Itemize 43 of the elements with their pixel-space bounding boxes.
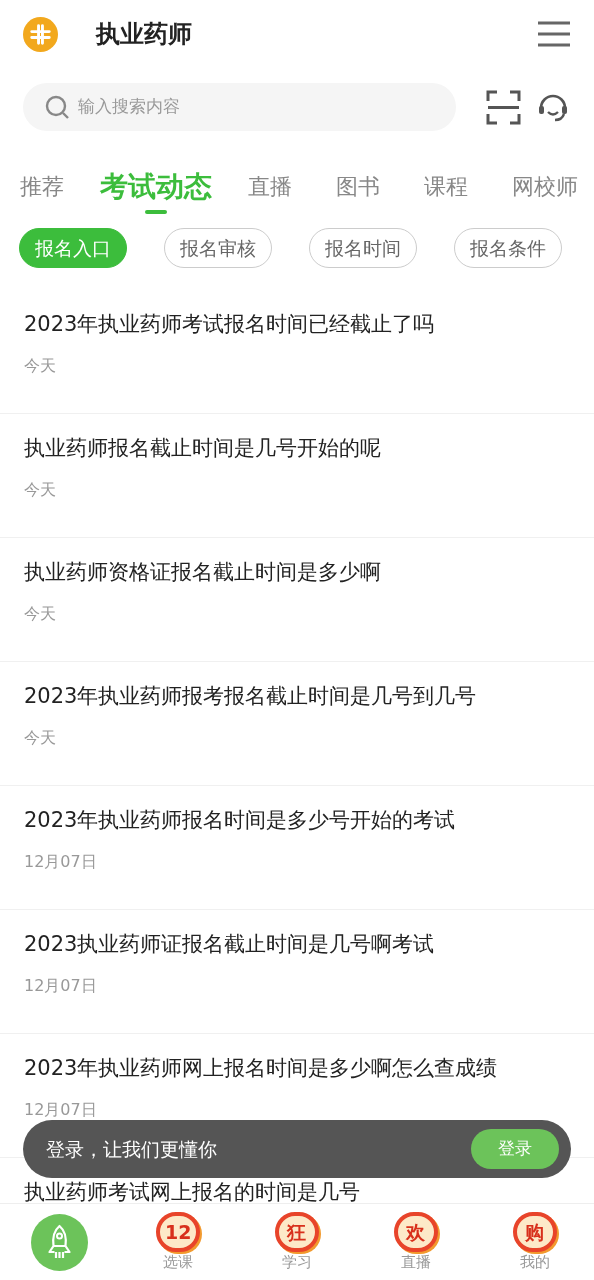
article-date: 今天 (24, 604, 56, 624)
tab[interactable]: 网校师 (512, 172, 578, 202)
article-title[interactable]: 执业药师报名截止时间是几号开始的呢 (24, 434, 570, 462)
tab[interactable]: 考试动态 (100, 170, 212, 204)
nav-tab[interactable]: 购 我的 (512, 1212, 557, 1272)
search-icon (45, 94, 70, 120)
article-date: 今天 (24, 356, 56, 376)
festive-badge: 欢 (393, 1212, 438, 1252)
tab[interactable]: 直播 (248, 172, 292, 202)
filter-chip[interactable]: 报名条件 (454, 228, 562, 268)
article-date: 今天 (24, 728, 56, 748)
article-title[interactable]: 2023年执业药师报考报名截止时间是几号到几号 (24, 682, 570, 710)
article-title[interactable]: 2023年执业药师报名时间是多少号开始的考试 (24, 806, 570, 834)
tab-underline (145, 210, 167, 214)
article-title[interactable]: 执业药师考试网上报名的时间是几号 (24, 1178, 570, 1203)
filter-chip[interactable]: 报名时间 (309, 228, 417, 268)
article-title[interactable]: 2023执业药师证报名截止时间是几号啊考试 (24, 930, 570, 958)
festive-badge: 狂 (275, 1212, 319, 1252)
festive-badge: 购 (512, 1212, 557, 1252)
login-button[interactable]: 登录 (471, 1129, 559, 1169)
tab[interactable]: 推荐 (20, 172, 64, 202)
article-title[interactable]: 执业药师资格证报名截止时间是多少啊 (24, 558, 570, 586)
nav-tab[interactable]: 12 选课 (156, 1212, 201, 1272)
tab[interactable]: 图书 (336, 172, 380, 202)
nav-tab[interactable]: 欢 直播 (393, 1212, 438, 1272)
article-date: 今天 (24, 480, 56, 500)
article-title[interactable]: 2023年执业药师考试报名时间已经截止了吗 (24, 310, 570, 338)
page-title: 执业药师 (96, 19, 192, 50)
tab[interactable]: 课程 (424, 172, 468, 202)
search-field[interactable]: 输入搜索内容 (23, 83, 456, 131)
login-prompt: 登录，让我们更懂你 (46, 1136, 217, 1162)
article-title[interactable]: 2023年执业药师网上报名时间是多少啊怎么查成绩 (24, 1054, 570, 1082)
search-input[interactable]: 输入搜索内容 (78, 94, 378, 120)
article-date: 12月07日 (24, 1100, 97, 1120)
festive-badge: 12 (156, 1212, 201, 1252)
logo-icon (23, 16, 58, 52)
scan-icon[interactable] (486, 89, 521, 125)
filter-chip[interactable]: 报名入口 (19, 228, 127, 268)
filter-chip[interactable]: 报名审核 (164, 228, 272, 268)
article-date: 12月07日 (24, 852, 97, 872)
article-date: 12月07日 (24, 976, 97, 996)
menu-icon[interactable] (537, 21, 571, 47)
nav-tab[interactable]: 狂 学习 (275, 1212, 319, 1272)
